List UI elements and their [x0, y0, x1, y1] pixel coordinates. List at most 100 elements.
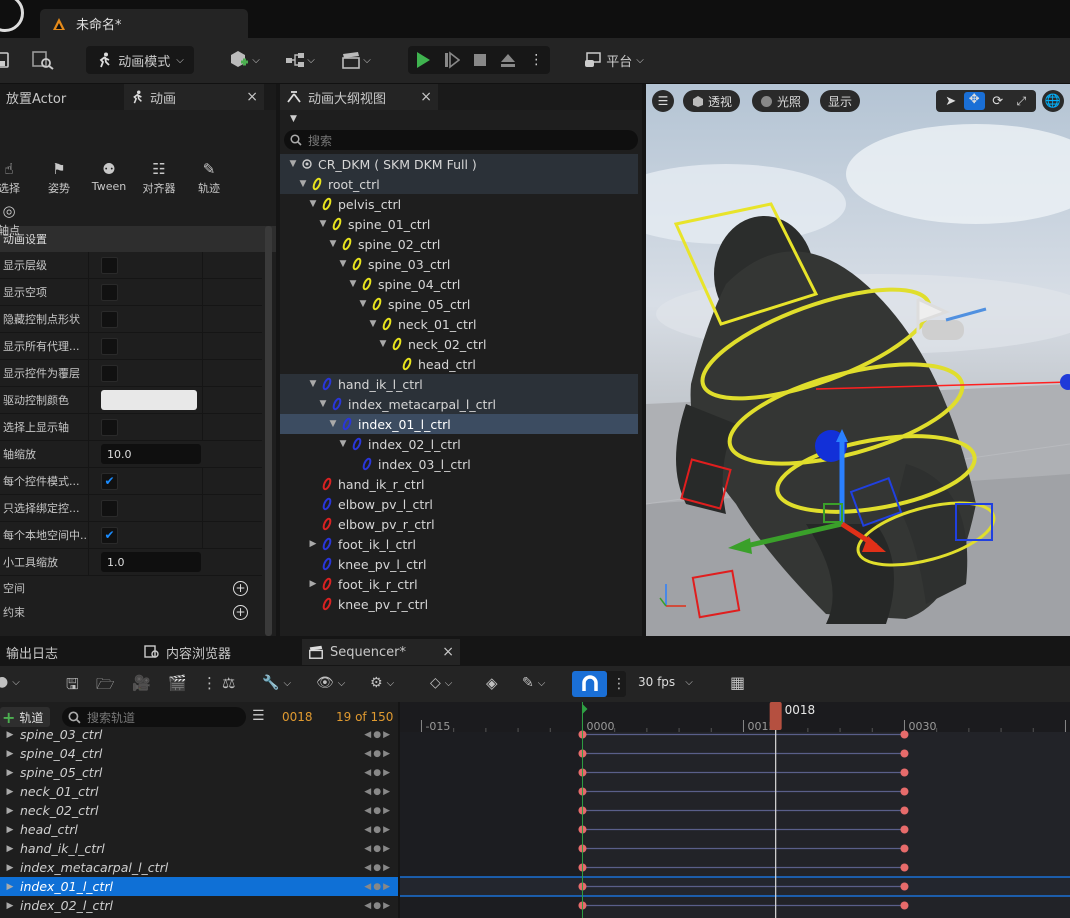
checkbox[interactable] — [101, 310, 118, 328]
tree-row[interactable]: ▼ index_02_l_ctrl — [280, 434, 638, 454]
key-navigation-icon[interactable]: ◀●▶ — [364, 882, 392, 892]
view-dropdown[interactable]: 👁 ⌵ — [316, 675, 345, 691]
color-swatch[interactable] — [101, 390, 197, 410]
expand-arrow-icon[interactable]: ▶ — [308, 579, 318, 589]
keyframe[interactable] — [900, 863, 909, 872]
scale-icon[interactable]: ⤢ — [1011, 94, 1033, 109]
keyframe[interactable] — [900, 787, 909, 796]
snap-toggle[interactable] — [572, 671, 607, 697]
tree-row[interactable]: ▼ spine_01_ctrl — [280, 214, 638, 234]
key-navigation-icon[interactable]: ◀●▶ — [364, 787, 392, 797]
more-options-icon[interactable]: ⋮ — [612, 676, 626, 692]
time-ruler[interactable] — [400, 702, 1070, 732]
tree-row[interactable]: ▼ root_ctrl — [280, 174, 638, 194]
filter-icon[interactable]: ☰ — [252, 708, 265, 724]
key-navigation-icon[interactable]: ◀●▶ — [364, 901, 392, 911]
track-row[interactable]: ▶ head_ctrl ◀●▶ — [0, 820, 398, 839]
track-row[interactable]: ▶ index_02_l_ctrl ◀●▶ — [0, 896, 398, 915]
track-search-input[interactable]: 搜索轨道 — [62, 707, 246, 727]
track-row[interactable]: ▶ neck_02_ctrl ◀●▶ — [0, 801, 398, 820]
scrollbar[interactable] — [265, 226, 272, 636]
expand-arrow-icon[interactable]: ▶ — [0, 806, 20, 816]
keyframe[interactable] — [900, 768, 909, 777]
checkbox[interactable] — [101, 337, 118, 355]
number-field[interactable]: 10.0 — [101, 444, 201, 464]
tree-row[interactable]: hand_ik_r_ctrl — [280, 474, 638, 494]
render-movie-icon[interactable]: 🎬 — [168, 674, 187, 692]
tree-row[interactable]: ▼ spine_03_ctrl — [280, 254, 638, 274]
key-dropdown[interactable]: ◇ ⌵ — [430, 675, 452, 691]
camera-icon[interactable]: 🎥 — [132, 674, 151, 692]
collapse-arrow-icon[interactable]: ▼ — [358, 299, 368, 309]
expand-arrow-icon[interactable]: ▶ — [0, 863, 20, 873]
keyframe[interactable] — [900, 901, 909, 910]
expand-arrow-icon[interactable]: ▶ — [0, 768, 20, 778]
viewport-menu-button[interactable]: ☰ — [652, 90, 674, 112]
collapse-arrow-icon[interactable]: ▼ — [338, 439, 348, 449]
key-navigation-icon[interactable]: ◀●▶ — [364, 730, 392, 740]
tree-row[interactable]: ▼ CR_DKM ( SKM DKM Full ) — [280, 154, 638, 174]
track-row[interactable]: ▶ spine_03_ctrl ◀●▶ — [0, 725, 398, 744]
tree-row[interactable]: ▼ spine_05_ctrl — [280, 294, 638, 314]
key-navigation-icon[interactable]: ◀●▶ — [364, 749, 392, 759]
tool-button[interactable]: ☷ 对齐器 — [134, 160, 184, 196]
tree-row[interactable]: ▼ spine_04_ctrl — [280, 274, 638, 294]
expand-arrow-icon[interactable]: ▶ — [0, 844, 20, 854]
checkbox[interactable] — [101, 418, 118, 436]
document-tab[interactable]: 未命名* — [40, 9, 248, 38]
playback-dropdown[interactable]: ⚙ ⌵ — [370, 675, 394, 691]
tool-button[interactable]: ☝ 选择 — [0, 160, 34, 196]
keyframe[interactable] — [900, 844, 909, 853]
section-header[interactable]: 约束 + — [0, 600, 262, 624]
collapse-arrow-icon[interactable]: ▼ — [328, 239, 338, 249]
save-icon[interactable] — [0, 46, 10, 74]
cinematics-button[interactable]: ⌵ — [336, 46, 376, 74]
collapse-arrow-icon[interactable]: ▼ — [288, 159, 298, 169]
stop-icon[interactable] — [473, 53, 487, 67]
tree-row[interactable]: ▼ hand_ik_l_ctrl — [280, 374, 638, 394]
tool-button[interactable]: ⚑ 姿势 — [34, 160, 84, 196]
tree-row[interactable]: ▼ index_metacarpal_l_ctrl — [280, 394, 638, 414]
tree-row[interactable]: ▼ spine_02_ctrl — [280, 234, 638, 254]
tree-row[interactable]: ▼ neck_01_ctrl — [280, 314, 638, 334]
add-track-button[interactable]: + 轨道 — [0, 707, 50, 727]
key-navigation-icon[interactable]: ◀●▶ — [364, 768, 392, 778]
key-navigation-icon[interactable]: ◀●▶ — [364, 863, 392, 873]
tab-place-actors[interactable]: 放置Actor — [0, 84, 124, 110]
track-row[interactable]: ▶ spine_05_ctrl ◀●▶ — [0, 763, 398, 782]
play-icon[interactable] — [415, 51, 431, 69]
collapse-arrow-icon[interactable]: ▼ — [318, 219, 328, 229]
close-icon[interactable]: × — [246, 89, 258, 105]
fps-dropdown[interactable]: 30 fps ⌵ — [638, 675, 693, 689]
checkbox[interactable] — [101, 256, 118, 274]
track-row[interactable]: ▶ index_01_l_ctrl ◀●▶ — [0, 877, 398, 896]
keyframe[interactable] — [900, 806, 909, 815]
tool-button[interactable]: ✎ 轨迹 — [184, 160, 234, 196]
key-navigation-icon[interactable]: ◀●▶ — [364, 806, 392, 816]
playhead-handle[interactable] — [769, 702, 782, 730]
world-dropdown[interactable]: ● ⌵ — [0, 674, 20, 690]
tree-row[interactable]: ▼ index_01_l_ctrl — [280, 414, 638, 434]
playback-settings-icon[interactable]: ⚖ — [222, 674, 235, 692]
tree-row[interactable]: ▶ foot_ik_r_ctrl — [280, 574, 638, 594]
find-asset-icon[interactable]: 🗁 — [96, 674, 115, 699]
add-icon[interactable]: + — [233, 604, 248, 620]
translate-icon[interactable]: ✥ — [963, 92, 985, 110]
curve-editor-icon[interactable]: ▦ — [730, 673, 745, 692]
browse-icon[interactable] — [30, 46, 56, 74]
collapse-arrow-icon[interactable]: ▼ — [378, 339, 388, 349]
rotate-icon[interactable]: ⟳ — [987, 94, 1009, 109]
checkbox[interactable] — [101, 499, 118, 517]
platform-dropdown[interactable]: 平台 ⌵ — [578, 46, 650, 74]
collapse-arrow-icon[interactable]: ▼ — [298, 179, 308, 189]
timeline[interactable]: -015000000150030004500600075009001050018 — [400, 702, 1070, 918]
collapse-arrow-icon[interactable]: ▼ — [338, 259, 348, 269]
save-sequence-icon[interactable]: 🖫 — [66, 674, 79, 699]
keyframe[interactable] — [900, 730, 909, 739]
expand-arrow-icon[interactable]: ▶ — [0, 901, 20, 911]
tree-row[interactable]: head_ctrl — [280, 354, 638, 374]
mode-dropdown[interactable]: 动画模式 ⌵ — [86, 46, 194, 74]
tool-button[interactable]: ⚉ Tween — [84, 160, 134, 193]
section-header[interactable]: 空间 + — [0, 576, 262, 600]
add-actor-button[interactable]: ⌵ — [224, 46, 264, 74]
